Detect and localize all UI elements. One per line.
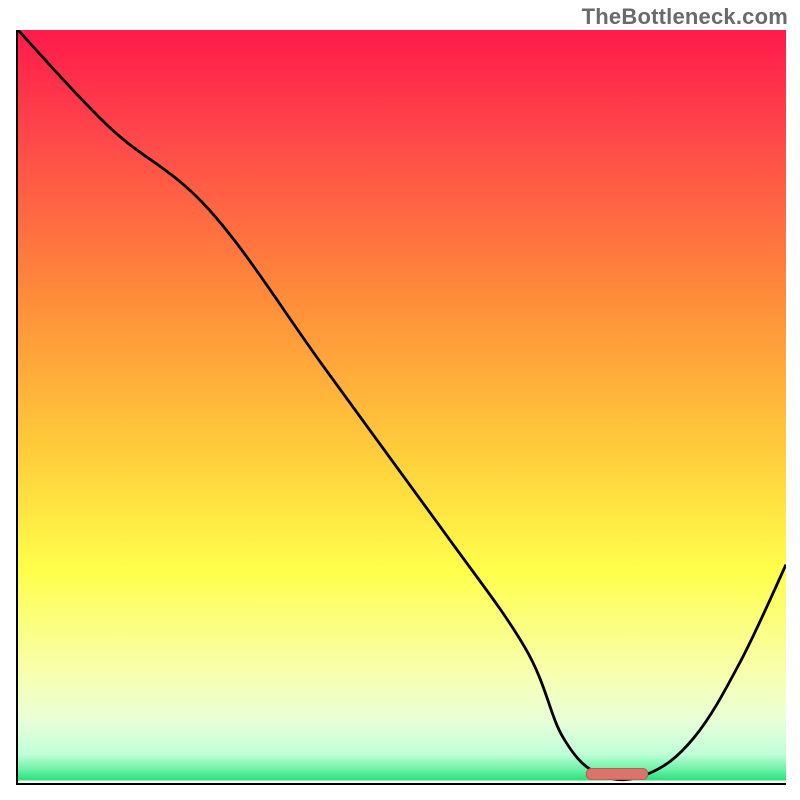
plot-area <box>16 30 786 785</box>
chart-svg <box>18 30 786 783</box>
gradient-background <box>18 30 786 781</box>
optimum-marker <box>586 768 647 779</box>
watermark-text: TheBottleneck.com <box>582 4 788 30</box>
